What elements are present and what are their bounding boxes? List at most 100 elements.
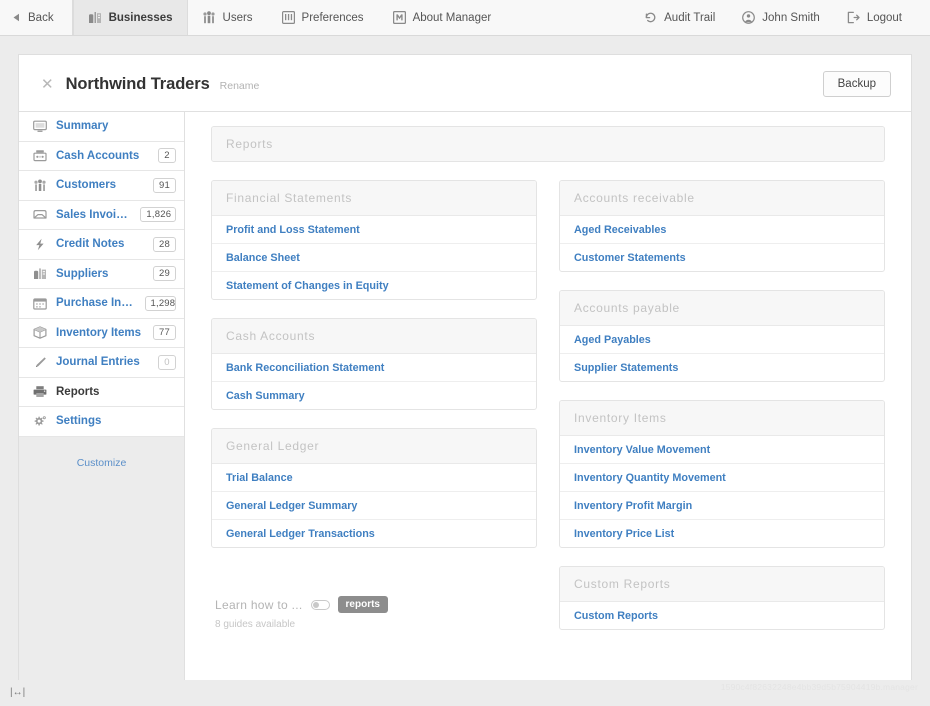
report-link[interactable]: Profit and Loss Statement — [212, 216, 536, 244]
panel-cash-accounts: Cash Accounts Bank Reconciliation Statem… — [211, 318, 537, 410]
backup-button[interactable]: Backup — [823, 71, 891, 97]
learn-title: Learn how to ... — [215, 598, 303, 612]
panel-custom-reports: Custom Reports Custom Reports — [559, 566, 885, 630]
report-link[interactable]: Bank Reconciliation Statement — [212, 354, 536, 382]
nav-user-account[interactable]: John Smith — [729, 0, 834, 35]
nav-logout-label: Logout — [867, 12, 902, 24]
sidebar-item-journal-entries[interactable]: Journal Entries 0 — [19, 348, 184, 378]
cash-register-icon — [33, 149, 47, 162]
close-icon[interactable]: ✕ — [41, 77, 54, 92]
report-link[interactable]: Statement of Changes in Equity — [212, 272, 536, 299]
session-hash: 1590c4f82632248e4bb39d5b75904419b.manage… — [721, 682, 918, 692]
sidebar-item-purchase-invoices[interactable]: Purchase Invoices 1,298 — [19, 289, 184, 319]
business-header: ✕ Northwind Traders Rename Backup — [19, 55, 911, 111]
gear-icon — [33, 415, 47, 428]
businesses-icon — [88, 11, 102, 24]
panel-general-ledger: General Ledger Trial Balance General Led… — [211, 428, 537, 548]
nav-back-label: Back — [28, 12, 54, 24]
nav-audit-trail[interactable]: Audit Trail — [631, 0, 729, 35]
reports-right-column: Accounts receivable Aged Receivables Cus… — [559, 180, 885, 648]
users-icon — [202, 11, 216, 24]
customize-link[interactable]: Customize — [19, 443, 184, 483]
panel-title: Inventory Items — [560, 401, 884, 436]
report-link[interactable]: Balance Sheet — [212, 244, 536, 272]
sidebar-label: Cash Accounts — [56, 150, 149, 162]
sidebar-item-cash-accounts[interactable]: Cash Accounts 2 — [19, 142, 184, 172]
nav-tab-preferences[interactable]: Preferences — [268, 0, 379, 35]
panel-title: Custom Reports — [560, 567, 884, 602]
report-link[interactable]: Customer Statements — [560, 244, 884, 271]
sidebar-label: Journal Entries — [56, 356, 149, 368]
report-link[interactable]: General Ledger Summary — [212, 492, 536, 520]
rename-link[interactable]: Rename — [220, 80, 260, 92]
learn-tag[interactable]: reports — [338, 596, 388, 613]
sidebar: Summary Cash Accounts 2 — [19, 111, 185, 680]
sidebar-badge: 91 — [153, 178, 176, 193]
sidebar-label: Reports — [56, 386, 176, 398]
report-link[interactable]: Inventory Value Movement — [560, 436, 884, 464]
nav-preferences-label: Preferences — [302, 12, 364, 24]
sidebar-label: Customers — [56, 179, 144, 191]
report-link[interactable]: General Ledger Transactions — [212, 520, 536, 547]
sidebar-label: Suppliers — [56, 268, 144, 280]
learn-header: Learn how to ... reports — [215, 596, 537, 613]
nav-user-name: John Smith — [762, 12, 820, 24]
nav-back-button[interactable]: Back — [0, 0, 73, 35]
top-nav-right-group: Audit Trail John Smith Logout — [631, 0, 930, 35]
page-container: ✕ Northwind Traders Rename Backup Summar… — [0, 36, 930, 680]
envelope-icon — [33, 208, 47, 221]
sidebar-item-suppliers[interactable]: Suppliers 29 — [19, 260, 184, 290]
top-navigation-bar: Back Businesses — [0, 0, 930, 36]
panel-title: Cash Accounts — [212, 319, 536, 354]
sidebar-badge: 2 — [158, 148, 176, 163]
panel-title: General Ledger — [212, 429, 536, 464]
report-link[interactable]: Trial Balance — [212, 464, 536, 492]
nav-tab-about-manager[interactable]: About Manager — [379, 0, 507, 35]
resize-horizontal-icon[interactable]: |↔| — [10, 688, 25, 698]
sidebar-item-inventory-items[interactable]: Inventory Items 77 — [19, 319, 184, 349]
user-circle-icon — [742, 11, 755, 24]
panel-inventory-items: Inventory Items Inventory Value Movement… — [559, 400, 885, 548]
sidebar-item-sales-invoices[interactable]: Sales Invoices 1,826 — [19, 201, 184, 231]
sidebar-item-reports[interactable]: Reports — [19, 378, 184, 408]
learn-section: Learn how to ... reports 8 guides availa… — [211, 566, 537, 630]
sidebar-item-credit-notes[interactable]: Credit Notes 28 — [19, 230, 184, 260]
report-link[interactable]: Supplier Statements — [560, 354, 884, 381]
sidebar-label: Credit Notes — [56, 238, 144, 250]
nav-audit-trail-label: Audit Trail — [664, 12, 715, 24]
nav-tab-users[interactable]: Users — [188, 0, 268, 35]
sidebar-item-summary[interactable]: Summary — [19, 112, 184, 142]
about-icon — [393, 11, 406, 24]
people-icon — [33, 179, 47, 192]
card-body: Summary Cash Accounts 2 — [19, 111, 911, 680]
nav-users-label: Users — [223, 12, 253, 24]
panel-financial-statements: Financial Statements Profit and Loss Sta… — [211, 180, 537, 300]
sidebar-badge: 77 — [153, 325, 176, 340]
nav-logout-button[interactable]: Logout — [834, 0, 916, 35]
nav-tab-businesses[interactable]: Businesses — [73, 0, 188, 35]
report-link[interactable]: Inventory Price List — [560, 520, 884, 547]
report-link[interactable]: Aged Payables — [560, 326, 884, 354]
monitor-icon — [33, 120, 47, 133]
learn-toggle[interactable] — [311, 600, 330, 610]
report-link[interactable]: Aged Receivables — [560, 216, 884, 244]
box-icon — [33, 326, 47, 339]
page-title: Northwind Traders — [66, 75, 210, 94]
report-link[interactable]: Inventory Quantity Movement — [560, 464, 884, 492]
sidebar-label: Summary — [56, 120, 176, 132]
sidebar-label: Settings — [56, 415, 176, 427]
back-arrow-icon — [12, 13, 21, 22]
sidebar-badge: 1,826 — [140, 207, 176, 222]
sidebar-item-settings[interactable]: Settings — [19, 407, 184, 437]
sidebar-badge: 28 — [153, 237, 176, 252]
logout-icon — [847, 11, 860, 24]
history-icon — [644, 11, 657, 24]
report-link[interactable]: Cash Summary — [212, 382, 536, 409]
sidebar-badge: 0 — [158, 355, 176, 370]
report-link[interactable]: Inventory Profit Margin — [560, 492, 884, 520]
buildings-icon — [33, 267, 47, 280]
report-link[interactable]: Custom Reports — [560, 602, 884, 629]
sidebar-item-customers[interactable]: Customers 91 — [19, 171, 184, 201]
status-bar: |↔| 1590c4f82632248e4bb39d5b75904419b.ma… — [0, 680, 930, 706]
sidebar-label: Sales Invoices — [56, 209, 131, 221]
